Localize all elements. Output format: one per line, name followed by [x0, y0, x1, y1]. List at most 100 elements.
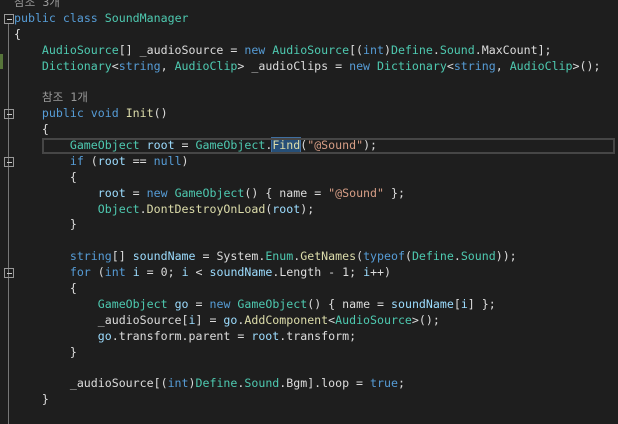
code-line[interactable]: _audioSource[(int)Define.Sound.Bgm].loop…	[0, 376, 618, 392]
code-line[interactable]: _audioSource[i] = go.AddComponent<AudioS…	[0, 313, 618, 329]
code-token: Define	[411, 249, 454, 264]
code-token: int	[104, 265, 126, 280]
collapse-toggle-icon[interactable]	[4, 13, 14, 24]
code-line[interactable]: if (root == null)	[0, 154, 618, 170]
code-token: Dictionary	[377, 58, 447, 73]
collapse-toggle-icon[interactable]	[4, 268, 14, 279]
code-token: Sound	[460, 249, 496, 264]
code-token: SoundManager	[104, 10, 189, 25]
code-token: string	[118, 58, 161, 73]
code-token: (	[356, 249, 364, 264]
collapse-toggle-icon[interactable]	[4, 109, 14, 120]
code-token: }	[14, 344, 77, 359]
code-token: AudioSource	[335, 312, 412, 327]
code-token: null	[153, 153, 182, 168]
code-token: go	[223, 312, 238, 327]
code-token: .	[265, 138, 273, 153]
code-token: root	[272, 201, 301, 216]
code-token: )	[383, 42, 391, 57]
code-line[interactable]: 참조 3개	[0, 0, 618, 11]
collapse-toggle-icon[interactable]	[4, 156, 14, 167]
code-token: Sound	[439, 42, 475, 57]
code-line[interactable]: }	[0, 217, 618, 233]
code-token: ,	[160, 58, 175, 73]
code-token: .transform;	[279, 328, 357, 343]
code-token: .	[432, 42, 440, 57]
code-token: go	[174, 296, 189, 311]
code-line[interactable]: {	[0, 170, 618, 186]
code-line[interactable]: }	[0, 392, 618, 408]
code-token: Object	[97, 201, 140, 216]
code-token: []	[111, 249, 133, 264]
code-line[interactable]: root = new GameObject() { name = "@Sound…	[0, 186, 618, 202]
code-line[interactable]	[0, 74, 618, 90]
code-token: GameObject	[69, 138, 140, 153]
code-token: GameObject	[174, 185, 245, 200]
code-token: typeof	[363, 249, 405, 264]
code-line[interactable]: {	[0, 281, 618, 297]
code-line[interactable]: Dictionary<string, AudioClip> _audioClip…	[0, 59, 618, 75]
code-line[interactable]: {	[0, 122, 618, 138]
code-token: .MaxCount];	[474, 42, 552, 57]
code-token: }	[14, 392, 49, 407]
code-line[interactable]: 참조 1개	[0, 90, 618, 106]
reference-count-hint[interactable]: 참조 1개	[42, 90, 88, 104]
code-token: Sound	[244, 376, 280, 391]
code-token: .	[453, 249, 461, 264]
code-token: ] =	[195, 312, 224, 327]
code-token: ,	[495, 58, 510, 73]
code-token: class	[62, 10, 98, 25]
code-editor[interactable]: 참조 3개 public class SoundManager{ AudioSou…	[0, 0, 618, 408]
code-line[interactable]	[0, 233, 618, 249]
code-line[interactable]: public class SoundManager	[0, 11, 618, 27]
code-line[interactable]: }	[0, 345, 618, 361]
code-token: }	[14, 217, 77, 232]
code-line[interactable]: AudioSource[] _audioSource = new AudioSo…	[0, 43, 618, 59]
code-token: = System.	[195, 249, 266, 264]
code-line[interactable]: for (int i = 0; i < soundName.Length - 1…	[0, 265, 618, 281]
current-code-line[interactable]: GameObject root = GameObject.Find("@Soun…	[0, 137, 618, 154]
code-line[interactable]: string[] soundName = System.Enum. GetName…	[0, 249, 618, 265]
code-token: Find	[271, 137, 302, 154]
code-token: =	[174, 138, 196, 153]
code-token: new	[349, 58, 371, 73]
code-token: )	[188, 376, 196, 391]
code-line[interactable]: Object.DontDestroyOnLoad(root);	[0, 202, 618, 218]
code-token: <	[446, 58, 454, 73]
code-line[interactable]: GameObject go = new GameObject() { name …	[0, 297, 618, 313]
code-token: () { name =	[307, 296, 391, 311]
code-line[interactable]	[0, 360, 618, 376]
code-token: );	[363, 138, 378, 153]
code-token: root	[97, 185, 126, 200]
code-line[interactable]: {	[0, 27, 618, 43]
code-token: Define	[390, 42, 433, 57]
code-line[interactable]: public void Init()	[0, 106, 618, 122]
code-token: go	[97, 328, 112, 343]
reference-count-hint[interactable]: 참조 3개	[14, 0, 60, 9]
code-token: AudioSource	[41, 42, 119, 57]
code-token: GameObject	[237, 296, 308, 311]
code-token: ()	[153, 106, 168, 121]
code-token: for	[69, 265, 91, 280]
code-token: i	[188, 312, 196, 327]
code-token: ++)	[370, 265, 392, 280]
code-token: string	[453, 58, 496, 73]
code-token: .Bgm].loop =	[279, 376, 371, 391]
code-token: "@Sound"	[307, 138, 364, 153]
code-token: public	[41, 106, 84, 121]
code-token: ==	[125, 153, 154, 168]
code-line[interactable]: go.transform.parent = root.transform;	[0, 329, 618, 345]
code-token: {	[14, 281, 77, 296]
